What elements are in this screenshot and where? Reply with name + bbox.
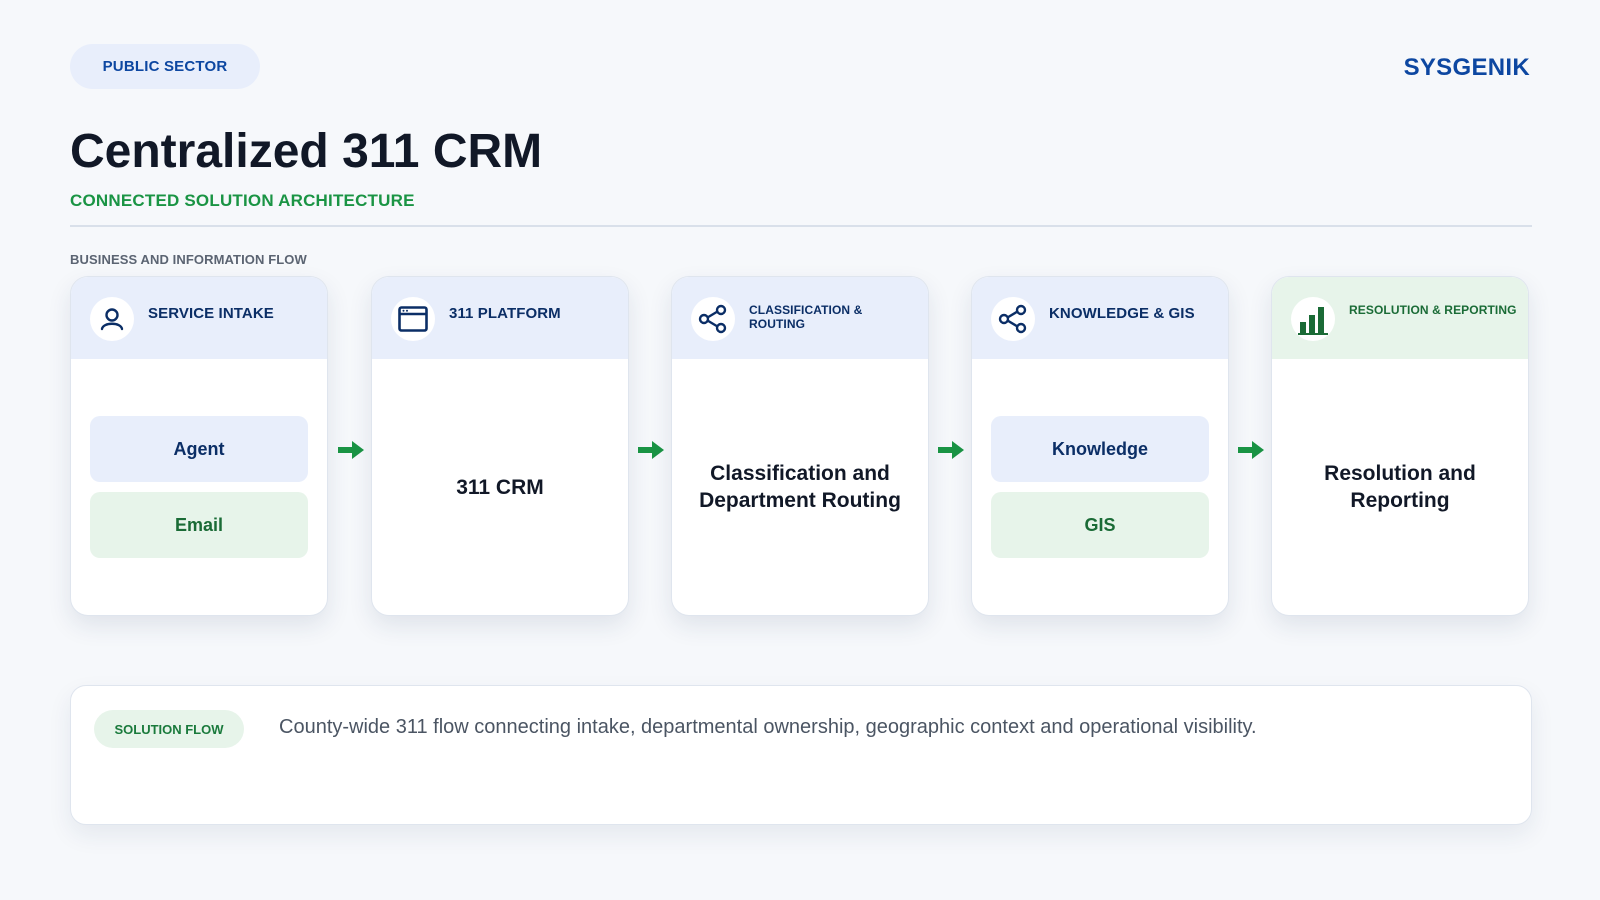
chip-knowledge: Knowledge xyxy=(991,416,1209,482)
stage-card-resolution: RESOLUTION & REPORTING Resolution and Re… xyxy=(1271,276,1529,616)
stage-content: Classification and Department Routing xyxy=(699,462,901,512)
divider xyxy=(70,225,1532,227)
solution-flow-description: County-wide 311 flow connecting intake, … xyxy=(279,716,1257,738)
stage-body: 311 CRM xyxy=(372,359,628,615)
stage-header: SERVICE INTAKE xyxy=(71,277,327,359)
page-subtitle: CONNECTED SOLUTION ARCHITECTURE xyxy=(70,191,415,210)
sector-badge: PUBLIC SECTOR xyxy=(70,44,260,89)
stage-card-service-intake: SERVICE INTAKE Agent Email xyxy=(70,276,328,616)
share-nodes-icon xyxy=(691,297,735,341)
stage-header: KNOWLEDGE & GIS xyxy=(972,277,1228,359)
stage-title: 311 PLATFORM xyxy=(449,305,561,322)
stage-title: CLASSIFICATION & ROUTING xyxy=(749,303,863,331)
browser-window-icon xyxy=(391,297,435,341)
user-icon xyxy=(90,297,134,341)
stage-title: SERVICE INTAKE xyxy=(148,305,274,322)
chip-gis: GIS xyxy=(991,492,1209,558)
stage-title: RESOLUTION & REPORTING xyxy=(1349,303,1517,317)
stage-card-311-platform: 311 PLATFORM 311 CRM xyxy=(371,276,629,616)
section-label: BUSINESS AND INFORMATION FLOW xyxy=(70,252,307,267)
stage-body: Resolution and Reporting xyxy=(1272,359,1528,615)
stage-header: 311 PLATFORM xyxy=(372,277,628,359)
stage-card-classification: CLASSIFICATION & ROUTING Classification … xyxy=(671,276,929,616)
chip-email: Email xyxy=(90,492,308,558)
stage-title: KNOWLEDGE & GIS xyxy=(1049,305,1195,322)
solution-flow-badge: SOLUTION FLOW xyxy=(94,710,244,748)
brand-logo: SYSGENIK xyxy=(1403,54,1530,81)
bar-chart-icon xyxy=(1291,297,1335,341)
page-title: Centralized 311 CRM xyxy=(70,125,543,178)
stage-header: CLASSIFICATION & ROUTING xyxy=(672,277,928,359)
chip-agent: Agent xyxy=(90,416,308,482)
flow-arrow-icon xyxy=(638,441,664,459)
stage-card-knowledge-gis: KNOWLEDGE & GIS Knowledge GIS xyxy=(971,276,1229,616)
stage-content: 311 CRM xyxy=(456,475,544,499)
flow-arrow-icon xyxy=(338,441,364,459)
stage-body: Knowledge GIS xyxy=(972,359,1228,615)
flow-arrow-icon xyxy=(1238,441,1264,459)
flow-arrow-icon xyxy=(938,441,964,459)
share-nodes-icon xyxy=(991,297,1035,341)
stage-header: RESOLUTION & REPORTING xyxy=(1272,277,1528,359)
stage-body: Agent Email xyxy=(71,359,327,615)
solution-flow-panel: SOLUTION FLOW County-wide 311 flow conne… xyxy=(70,685,1532,825)
stage-body: Classification and Department Routing xyxy=(672,359,928,615)
stage-content: Resolution and Reporting xyxy=(1324,462,1476,512)
